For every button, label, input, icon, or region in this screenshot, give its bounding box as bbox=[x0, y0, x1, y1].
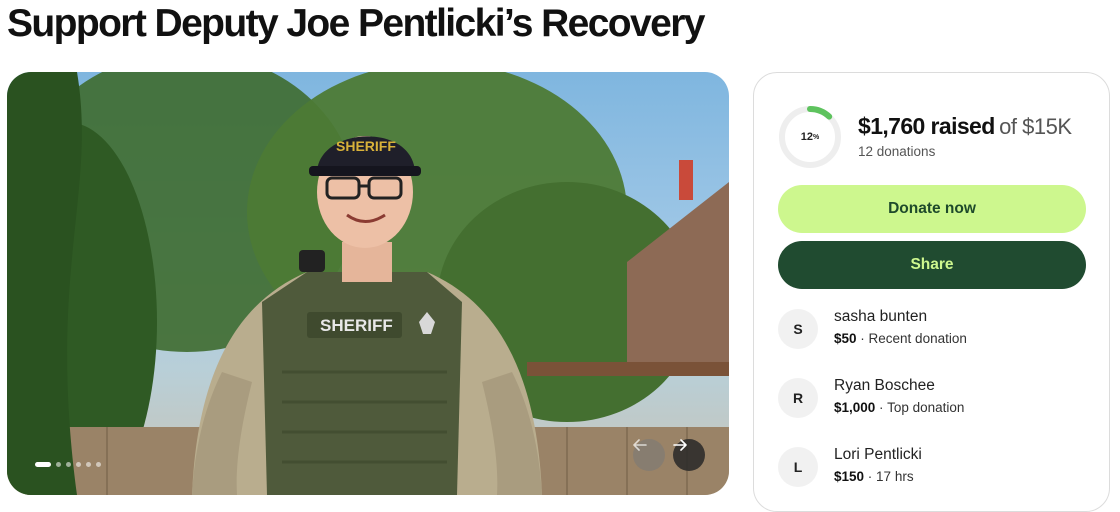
donor-amount: $1,000 bbox=[834, 400, 876, 415]
avatar: S bbox=[778, 309, 818, 349]
share-button[interactable]: Share bbox=[778, 241, 1086, 289]
arrow-left-icon bbox=[633, 439, 647, 451]
progress-percent: 12% bbox=[778, 105, 842, 169]
vest-sheriff-text: SHERIFF bbox=[320, 316, 393, 335]
donor-separator: · bbox=[875, 400, 888, 415]
donor-amount: $50 bbox=[834, 331, 857, 346]
carousel-dot[interactable] bbox=[56, 462, 61, 467]
donor-name: sasha bunten bbox=[834, 308, 928, 325]
avatar: L bbox=[778, 447, 818, 487]
avatar: R bbox=[778, 378, 818, 418]
carousel-dots[interactable] bbox=[35, 462, 101, 467]
raised-summary: $1,760 raised of $15K bbox=[858, 113, 1072, 140]
deputy-photo-illustration: SHERIFF SHERIFF bbox=[7, 72, 729, 495]
donor-name: Lori Pentlicki bbox=[834, 446, 922, 463]
carousel-dot[interactable] bbox=[96, 462, 101, 467]
donor-amount: $150 bbox=[834, 469, 865, 484]
campaign-photo[interactable]: SHERIFF SHERIFF bbox=[7, 72, 729, 495]
raised-amount: $1,760 raised bbox=[858, 113, 995, 139]
arrow-right-icon bbox=[673, 439, 687, 451]
donor-note: Recent donation bbox=[868, 331, 967, 346]
donor-meta: $50 · Recent donation bbox=[834, 331, 967, 346]
donor-item[interactable]: L Lori Pentlicki $150 · 17 hrs bbox=[778, 446, 1088, 497]
goal-amount: of $15K bbox=[999, 114, 1072, 139]
page-title: Support Deputy Joe Pentlicki’s Recovery bbox=[7, 2, 705, 45]
carousel-dot[interactable] bbox=[76, 462, 81, 467]
donor-separator: · bbox=[856, 331, 869, 346]
donation-card: 12% $1,760 raised of $15K 12 donations D… bbox=[753, 72, 1110, 512]
donor-meta: $1,000 · Top donation bbox=[834, 400, 964, 415]
progress-percent-value: 12 bbox=[800, 131, 813, 143]
donor-note: Top donation bbox=[887, 400, 965, 415]
carousel-dot-active[interactable] bbox=[35, 462, 51, 467]
cap-sheriff-text: SHERIFF bbox=[336, 138, 396, 154]
carousel-prev-button[interactable] bbox=[633, 439, 665, 471]
carousel-dot[interactable] bbox=[86, 462, 91, 467]
progress-percent-sign: % bbox=[813, 133, 820, 141]
donor-note: 17 hrs bbox=[876, 469, 914, 484]
donor-separator: · bbox=[864, 469, 877, 484]
donor-meta: $150 · 17 hrs bbox=[834, 469, 914, 484]
carousel-next-button[interactable] bbox=[673, 439, 705, 471]
donate-now-button[interactable]: Donate now bbox=[778, 185, 1086, 233]
donor-item[interactable]: S sasha bunten $50 · Recent donation bbox=[778, 308, 1088, 359]
donation-count: 12 donations bbox=[858, 144, 936, 159]
donor-item[interactable]: R Ryan Boschee $1,000 · Top donation bbox=[778, 377, 1088, 428]
carousel-dot[interactable] bbox=[66, 462, 71, 467]
donor-name: Ryan Boschee bbox=[834, 377, 935, 394]
